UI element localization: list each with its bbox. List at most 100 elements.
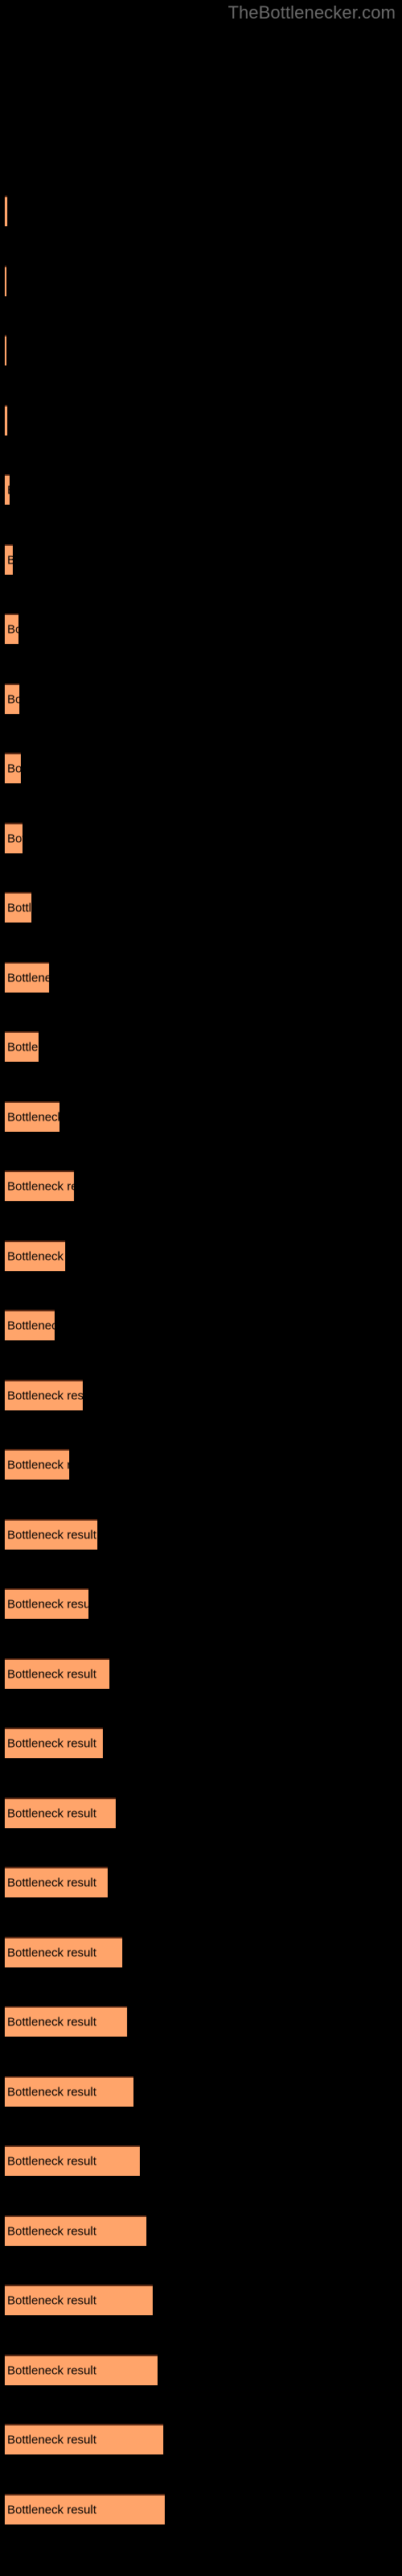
bar[interactable]: Bottleneck result: [5, 1518, 97, 1550]
bar[interactable]: Bottleneck result: [5, 335, 6, 365]
bar[interactable]: Bottleneck result: [5, 753, 21, 783]
bar-row: Bottleneck result: [0, 683, 402, 716]
bar-label: Bottleneck result: [7, 2224, 96, 2238]
bar[interactable]: Bottleneck result: [5, 2215, 146, 2246]
bar-row: Bottleneck result: [0, 1240, 402, 1273]
bar[interactable]: Bottleneck result: [5, 1031, 39, 1062]
bar-row: Bottleneck result: [0, 474, 402, 506]
bar-row: Bottleneck result: [0, 2354, 402, 2387]
bar-label: Bottleneck result: [7, 2433, 96, 2447]
bar[interactable]: Bottleneck result: [5, 474, 10, 505]
bar-label: Bottleneck result: [7, 1946, 96, 1959]
bar[interactable]: Bottleneck result: [5, 2145, 140, 2176]
bar-row: Bottleneck result: [0, 1936, 402, 1969]
bar-row: Bottleneck result: [0, 2145, 402, 2178]
bar[interactable]: Bottleneck result: [5, 1797, 116, 1828]
bar[interactable]: Bottleneck result: [5, 1588, 88, 1619]
bar-label: Bottleneck result: [7, 762, 21, 776]
bar[interactable]: Bottleneck result: [5, 1100, 59, 1132]
bar-label: Bottleneck result: [7, 901, 31, 915]
bar-row: Bottleneck result: [0, 2006, 402, 2038]
bar-label: Bottleneck result: [7, 2503, 96, 2516]
bar-label: Bottleneck result: [7, 1389, 83, 1402]
bar[interactable]: Bottleneck result: [5, 2075, 133, 2107]
bar-label: Bottleneck result: [7, 971, 49, 985]
bar-label: Bottleneck result: [7, 1736, 96, 1751]
bar[interactable]: Bottleneck result: [5, 961, 49, 993]
bar[interactable]: Bottleneck result: [5, 265, 6, 296]
bar-row: Bottleneck result: [0, 2215, 402, 2248]
bar-row: Bottleneck result: [0, 753, 402, 785]
bar-row: Bottleneck result: [0, 196, 402, 228]
bar-row: Bottleneck result: [0, 1379, 402, 1412]
bar-row: Bottleneck result: [0, 1728, 402, 1760]
bar-row: Bottleneck result: [0, 543, 402, 576]
bar-row: Bottleneck result: [0, 1170, 402, 1203]
bar-row: Bottleneck result: [0, 265, 402, 298]
horizontal-bar-chart: Bottleneck result Bottleneck result Bottle…: [0, 0, 402, 2576]
bar-row: Bottleneck result: [0, 1797, 402, 1830]
bar-label: Bottleneck result: [7, 1876, 96, 1890]
bar[interactable]: Bottleneck result: [5, 1170, 74, 1201]
bar[interactable]: Bottleneck result: [5, 2493, 165, 2524]
bar-label: Bottleneck result: [7, 1667, 96, 1681]
bar-row: Bottleneck result: [0, 822, 402, 855]
bar[interactable]: Bottleneck result: [5, 2285, 153, 2315]
bar[interactable]: Bottleneck result: [5, 2424, 163, 2454]
bar-row: Bottleneck result: [0, 2493, 402, 2526]
bar[interactable]: Bottleneck result: [5, 1379, 83, 1410]
bar-label: Bottleneck result: [7, 2293, 96, 2308]
bar-row: Bottleneck result: [0, 2075, 402, 2108]
bar-label: Bottleneck result: [7, 832, 23, 845]
bar-row: Bottleneck result: [0, 1100, 402, 1133]
bar-row: Bottleneck result: [0, 2424, 402, 2456]
bar-row: Bottleneck result: [0, 335, 402, 367]
bar[interactable]: Bottleneck result: [5, 1936, 122, 1967]
bar-label: Bottleneck result: [7, 2154, 96, 2169]
bar[interactable]: Bottleneck result: [5, 2006, 127, 2037]
bar[interactable]: Bottleneck result: [5, 1867, 108, 1897]
bar-label: Bottleneck result: [7, 1179, 74, 1194]
bar-label: Bottleneck result: [7, 2085, 96, 2099]
bar-row: Bottleneck result: [0, 1310, 402, 1342]
bar-row: Bottleneck result: [0, 2285, 402, 2317]
bar[interactable]: Bottleneck result: [5, 543, 13, 575]
chart-page: TheBottlenecker.com Bottleneck resultBot…: [0, 0, 402, 2576]
bar-row: Bottleneck result: [0, 613, 402, 646]
bar-row: Bottleneck result: [0, 1518, 402, 1551]
bar-label: Bottleneck result: [7, 1249, 65, 1263]
bar-label: Bottleneck result: [7, 553, 13, 567]
bar-row: Bottleneck result: [0, 892, 402, 924]
bar[interactable]: Bottleneck result: [5, 196, 7, 226]
bar[interactable]: Bottleneck result: [5, 1657, 109, 1689]
bar-label: Bottleneck result: [7, 2015, 96, 2029]
bar[interactable]: Bottleneck result: [5, 683, 19, 714]
bar[interactable]: Bottleneck result: [5, 1310, 55, 1340]
bar-label: Bottleneck result: [7, 1040, 39, 1055]
bar-label: Bottleneck result: [7, 622, 18, 637]
bar[interactable]: Bottleneck result: [5, 892, 31, 923]
bar-row: Bottleneck result: [0, 961, 402, 994]
bar-label: Bottleneck result: [7, 1806, 96, 1820]
bar-label: Bottleneck result: [7, 1110, 59, 1124]
bar[interactable]: Bottleneck result: [5, 1240, 65, 1271]
bar[interactable]: Bottleneck result: [5, 1449, 69, 1480]
bar[interactable]: Bottleneck result: [5, 613, 18, 644]
bar[interactable]: Bottleneck result: [5, 1728, 103, 1758]
bar-row: Bottleneck result: [0, 1588, 402, 1620]
bar[interactable]: Bottleneck result: [5, 404, 7, 436]
bar-row: Bottleneck result: [0, 1449, 402, 1481]
bar-label: Bottleneck result: [7, 1319, 55, 1333]
bar-label: Bottleneck result: [7, 2363, 96, 2377]
bar-label: Bottleneck result: [7, 1597, 88, 1612]
bar-row: Bottleneck result: [0, 1031, 402, 1063]
bar-row: Bottleneck result: [0, 1657, 402, 1690]
bar-label: Bottleneck result: [7, 1528, 96, 1542]
bar-label: Bottleneck result: [7, 484, 10, 497]
bar-label: Bottleneck result: [7, 692, 19, 706]
bar-row: Bottleneck result: [0, 1867, 402, 1899]
bar[interactable]: Bottleneck result: [5, 822, 23, 853]
bar-label: Bottleneck result: [7, 1458, 69, 1472]
bar[interactable]: Bottleneck result: [5, 2354, 158, 2385]
bar-row: Bottleneck result: [0, 404, 402, 437]
